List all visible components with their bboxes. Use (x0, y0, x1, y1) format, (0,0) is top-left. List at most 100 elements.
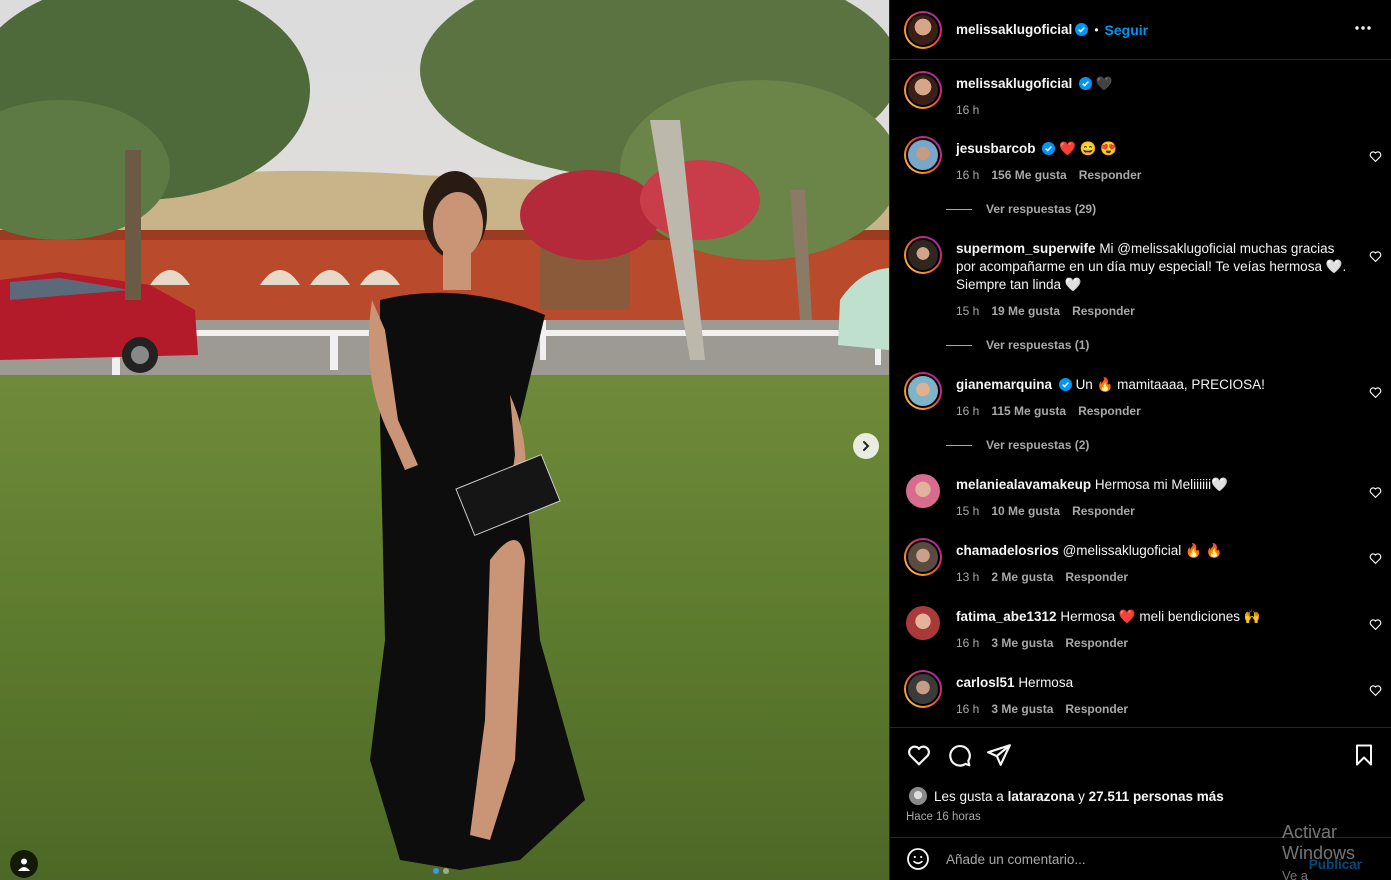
post-panel: melissaklugoficial • Seguir melissaklugo… (889, 0, 1391, 880)
comment-time: 15 h (956, 504, 980, 518)
comment-likes[interactable]: 156 Me gusta (991, 166, 1066, 184)
commenter-avatar[interactable] (904, 372, 942, 410)
comment-item: melaniealavamakeup Hermosa mi Meliiiiii🤍… (904, 472, 1384, 532)
comment-text: Un 🔥 mamitaaaa, PRECIOSA! (1075, 377, 1265, 392)
commenter-avatar[interactable] (906, 606, 940, 640)
comment-time: 16 h (956, 168, 980, 182)
comment-time: 13 h (956, 570, 980, 584)
publish-button[interactable]: Publicar (1309, 857, 1362, 872)
view-replies-button[interactable]: Ver respuestas (1) (946, 338, 1089, 352)
comment-likes[interactable]: 2 Me gusta (991, 568, 1053, 586)
caption-text: 🖤 (1095, 76, 1113, 91)
comment-username[interactable]: fatima_abe1312 (956, 609, 1057, 624)
comment-username[interactable]: gianemarquina (956, 377, 1052, 392)
comment-likes[interactable]: 10 Me gusta (991, 502, 1060, 520)
view-replies-button[interactable]: Ver respuestas (2) (946, 438, 1089, 452)
reply-button[interactable]: Responder (1072, 502, 1135, 520)
comment-text: Hermosa (1018, 675, 1074, 690)
caption-time: 16 h (956, 103, 980, 117)
post-image (0, 0, 889, 880)
verified-badge-icon (1079, 77, 1093, 90)
comment-username[interactable]: carlosl51 (956, 675, 1015, 690)
comment-time: 15 h (956, 304, 980, 318)
reply-button[interactable]: Responder (1078, 402, 1141, 420)
author-username[interactable]: melissaklugoficial (956, 22, 1072, 37)
comment-item: supermom_superwife Mi @melissaklugoficia… (904, 236, 1384, 346)
comment-username[interactable]: chamadelosrios (956, 543, 1059, 558)
likes-and: y (1078, 788, 1085, 804)
commenter-avatar[interactable] (904, 670, 942, 708)
commenter-avatar[interactable] (904, 136, 942, 174)
comment-text: @melissaklugoficial 🔥 🔥 (1062, 543, 1223, 558)
reply-button[interactable]: Responder (1065, 700, 1128, 718)
reply-button[interactable]: Responder (1065, 634, 1128, 652)
follow-button[interactable]: Seguir (1105, 22, 1149, 38)
comment-item: chamadelosrios @melissaklugoficial 🔥 🔥 1… (904, 538, 1384, 598)
header-separator: • (1094, 22, 1099, 37)
heart-icon[interactable] (1369, 552, 1382, 565)
commenter-avatar[interactable] (906, 474, 940, 508)
post-actions: Les gusta a latarazona y 27.511 personas… (890, 727, 1391, 837)
add-comment-bar: Publicar (890, 837, 1391, 880)
carousel-dot (443, 868, 449, 874)
post-time: Hace 16 horas (906, 811, 981, 823)
comments-list[interactable]: melissaklugoficial 🖤 16 h jesusbarcob ❤️… (890, 61, 1391, 727)
reply-button[interactable]: Responder (1072, 302, 1135, 320)
comment-likes[interactable]: 115 Me gusta (991, 402, 1066, 420)
verified-badge-icon (1042, 142, 1056, 155)
carousel-dot (433, 868, 439, 874)
comment-item: carlosl51 Hermosa 16 h 3 Me gusta Respon… (904, 670, 1384, 727)
reply-button[interactable]: Responder (1065, 568, 1128, 586)
user-tag-button[interactable] (10, 850, 38, 878)
heart-icon[interactable] (1369, 618, 1382, 631)
comment-text: ❤️ 😄 😍 (1059, 141, 1117, 156)
heart-icon[interactable] (906, 742, 932, 768)
caption-username[interactable]: melissaklugoficial (956, 76, 1072, 91)
more-horizontal-icon[interactable] (1354, 18, 1372, 36)
view-replies-label: Ver respuestas (29) (986, 202, 1097, 216)
comment-text: Hermosa mi Meliiiiii🤍 (1094, 477, 1228, 492)
heart-icon[interactable] (1369, 250, 1382, 263)
comment-username[interactable]: melaniealavamakeup (956, 477, 1091, 492)
post-photo (0, 0, 889, 880)
likes-user[interactable]: latarazona (1008, 789, 1075, 804)
verified-badge-icon (1075, 23, 1089, 36)
emoji-icon[interactable] (906, 847, 930, 871)
post-header: melissaklugoficial • Seguir (890, 0, 1391, 60)
bookmark-icon[interactable] (1352, 742, 1376, 768)
view-replies-button[interactable]: Ver respuestas (29) (946, 202, 1096, 216)
comment-input[interactable] (946, 851, 1266, 867)
author-avatar[interactable] (904, 10, 942, 49)
heart-icon[interactable] (1369, 386, 1382, 399)
comment-item: fatima_abe1312 Hermosa ❤️ meli bendicion… (904, 604, 1384, 664)
comment-time: 16 h (956, 702, 980, 716)
comment-likes[interactable]: 3 Me gusta (991, 700, 1053, 718)
comment-username[interactable]: supermom_superwife (956, 241, 1096, 256)
likes-count[interactable]: 27.511 personas más (1089, 789, 1224, 804)
heart-icon[interactable] (1369, 684, 1382, 697)
heart-icon[interactable] (1369, 150, 1382, 163)
send-icon[interactable] (986, 742, 1012, 768)
user-tag-icon (18, 858, 30, 871)
commenter-avatar[interactable] (904, 538, 942, 576)
verified-badge-icon (1058, 378, 1072, 391)
liker-avatar (908, 786, 928, 806)
comment-time: 16 h (956, 404, 980, 418)
author-avatar[interactable] (904, 71, 942, 109)
comment-likes[interactable]: 19 Me gusta (991, 302, 1060, 320)
carousel-dots (433, 868, 449, 874)
chevron-right-icon (863, 441, 870, 451)
comment-likes[interactable]: 3 Me gusta (991, 634, 1053, 652)
comment-time: 16 h (956, 636, 980, 650)
commenter-avatar[interactable] (904, 236, 942, 274)
view-replies-label: Ver respuestas (1) (986, 338, 1090, 352)
reply-button[interactable]: Responder (1079, 166, 1142, 184)
comment-icon[interactable] (946, 742, 972, 768)
next-photo-button[interactable] (853, 433, 879, 459)
likes-prefix: Les gusta a (934, 788, 1004, 804)
likes-summary[interactable]: Les gusta a latarazona y 27.511 personas… (908, 786, 1224, 806)
heart-icon[interactable] (1369, 486, 1382, 499)
comment-text: Hermosa ❤️ meli bendiciones 🙌 (1060, 609, 1261, 624)
comment-username[interactable]: jesusbarcob (956, 141, 1036, 156)
view-replies-label: Ver respuestas (2) (986, 438, 1090, 452)
